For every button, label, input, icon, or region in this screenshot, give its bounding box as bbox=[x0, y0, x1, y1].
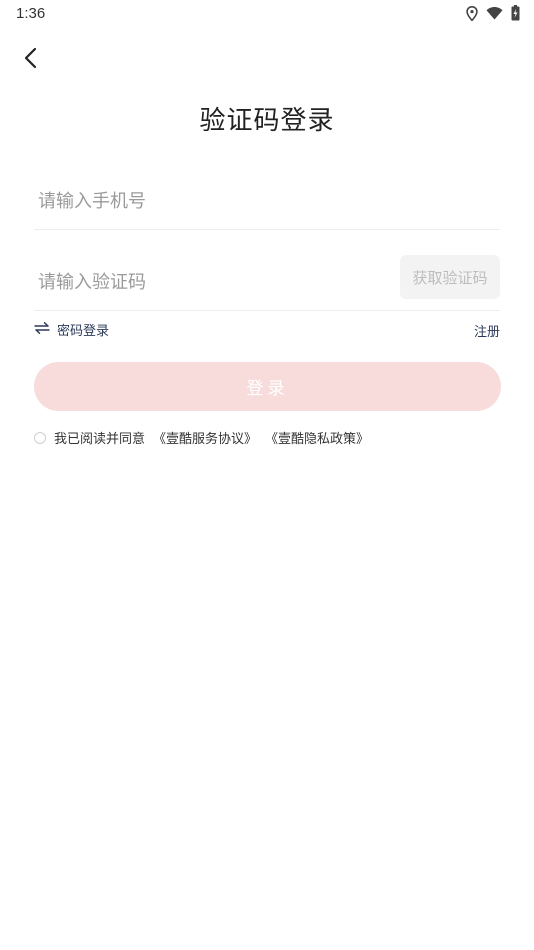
status-time: 1:36 bbox=[16, 5, 46, 22]
verification-code-input[interactable] bbox=[34, 262, 392, 302]
service-agreement-link[interactable]: 《壹酷服务协议》 bbox=[153, 428, 257, 447]
back-button[interactable] bbox=[18, 44, 46, 72]
password-login-label: 密码登录 bbox=[57, 324, 110, 339]
chevron-left-icon bbox=[18, 47, 46, 76]
agreement-row: 我已阅读并同意 《壹酷服务协议》 《壹酷隐私政策》 bbox=[34, 428, 369, 447]
battery-charging-icon bbox=[511, 5, 520, 21]
password-login-link[interactable]: 密码登录 bbox=[34, 320, 109, 339]
verification-code-field: 获取验证码 bbox=[34, 255, 500, 311]
phone-input[interactable] bbox=[34, 181, 502, 221]
register-link[interactable]: 注册 bbox=[474, 321, 500, 340]
privacy-policy-link[interactable]: 《壹酷隐私政策》 bbox=[265, 428, 369, 447]
get-code-button[interactable]: 获取验证码 bbox=[400, 255, 500, 299]
status-bar: 1:36 bbox=[0, 0, 534, 28]
status-icons bbox=[466, 5, 520, 21]
agreement-prefix: 我已阅读并同意 bbox=[54, 432, 146, 447]
phone-field bbox=[34, 181, 502, 230]
location-icon bbox=[466, 5, 478, 21]
agreement-radio[interactable] bbox=[34, 431, 46, 444]
login-button[interactable]: 登录 bbox=[34, 362, 501, 411]
wifi-icon bbox=[486, 6, 503, 20]
page-title: 验证码登录 bbox=[199, 106, 335, 136]
swap-arrows-icon bbox=[34, 321, 50, 338]
